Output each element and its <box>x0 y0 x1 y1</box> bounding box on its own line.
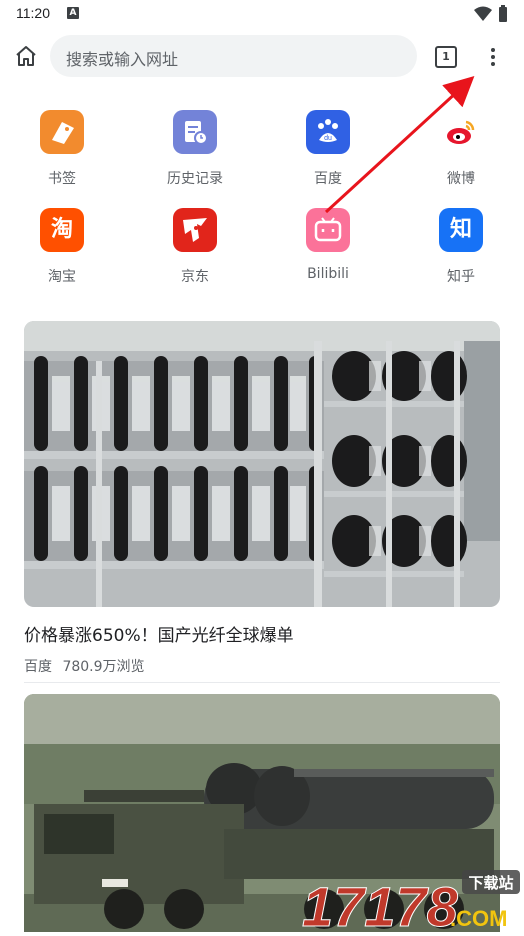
shortcut-baidu[interactable]: du 百度 <box>283 108 373 188</box>
shortcut-jd[interactable]: 京东 <box>150 206 240 286</box>
baidu-icon: du <box>306 110 350 154</box>
bookmark-icon <box>40 110 84 154</box>
shortcut-label: 知乎 <box>447 269 475 285</box>
dot <box>491 62 495 66</box>
shortcut-label: Bilibili <box>307 266 349 282</box>
shortcut-bilibili[interactable]: Bilibili <box>283 206 373 282</box>
dot <box>491 55 495 59</box>
shortcut-label: 历史记录 <box>167 171 223 187</box>
battery-icon <box>499 5 507 22</box>
taobao-icon: 淘 <box>40 208 84 252</box>
news-source: 百度 <box>24 659 52 675</box>
dot <box>491 48 495 52</box>
notification-icon: A <box>67 7 79 19</box>
watermark-logo: 17178 .COM 下载站 <box>300 866 524 936</box>
news-title[interactable]: 价格暴涨650%！国产光纤全球爆单 <box>24 621 500 646</box>
bilibili-icon <box>306 208 350 252</box>
shortcut-label: 京东 <box>181 269 209 285</box>
shortcut-label: 百度 <box>314 171 342 187</box>
jd-icon <box>173 208 217 252</box>
news-image-fiber-spools[interactable] <box>24 321 500 607</box>
status-icons <box>474 5 508 23</box>
news-card[interactable]: 价格暴涨650%！国产光纤全球爆单 百度 780.9万浏览 <box>24 321 500 676</box>
svg-text:du: du <box>324 135 332 142</box>
zhihu-icon: 知 <box>439 208 483 252</box>
watermark-site: 下载站 <box>468 874 513 892</box>
shortcut-zhihu[interactable]: 知 知乎 <box>416 206 506 286</box>
feed-divider <box>24 682 500 683</box>
shortcut-bookmarks[interactable]: 书签 <box>17 108 107 188</box>
home-button[interactable] <box>12 42 40 70</box>
zhihu-glyph: 知 <box>449 217 472 242</box>
history-icon <box>173 110 217 154</box>
tab-switcher-button[interactable]: 1 <box>435 46 457 68</box>
more-menu-button[interactable] <box>485 46 501 70</box>
shortcut-weibo[interactable]: 微博 <box>416 108 506 188</box>
status-bar: 11:20 A <box>0 0 524 28</box>
wifi-icon <box>474 6 492 21</box>
news-meta: 百度 780.9万浏览 <box>24 656 500 676</box>
weibo-icon <box>439 110 483 154</box>
shortcut-history[interactable]: 历史记录 <box>150 108 240 188</box>
shortcut-taobao[interactable]: 淘 淘宝 <box>17 206 107 286</box>
news-views: 780.9万浏览 <box>62 659 145 675</box>
shortcut-label: 微博 <box>447 171 475 187</box>
watermark-suffix: .COM <box>450 906 507 931</box>
browser-toolbar: 搜索或输入网址 1 <box>0 34 524 80</box>
home-icon <box>16 46 36 66</box>
shortcut-label: 淘宝 <box>48 269 76 285</box>
watermark-number: 17178 <box>302 875 459 932</box>
status-time: 11:20 <box>16 5 50 21</box>
taobao-glyph: 淘 <box>50 217 73 242</box>
shortcut-label: 书签 <box>48 171 76 187</box>
search-input[interactable]: 搜索或输入网址 <box>50 35 417 77</box>
search-placeholder: 搜索或输入网址 <box>66 50 179 69</box>
